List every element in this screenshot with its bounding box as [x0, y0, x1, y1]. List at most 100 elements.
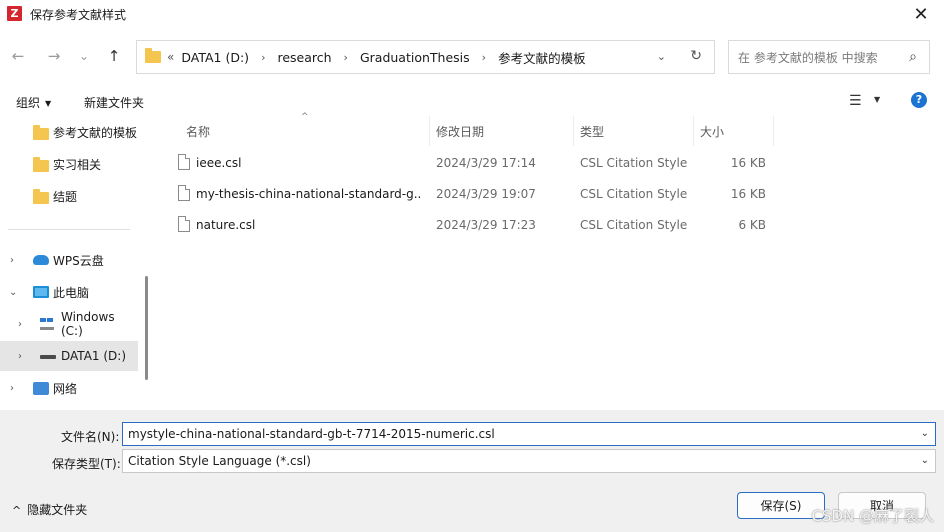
caret-down-icon: ▼: [45, 99, 52, 108]
file-size: 6 KB: [738, 218, 766, 232]
sidebar-item-data1-d[interactable]: › DATA1 (D:): [0, 341, 138, 371]
forward-button[interactable]: →: [42, 44, 66, 68]
file-type: CSL Citation Style: [580, 156, 688, 170]
column-header-name[interactable]: 名称: [178, 116, 430, 146]
help-icon[interactable]: ?: [911, 92, 927, 108]
file-row[interactable]: ieee.csl 2024/3/29 17:14 CSL Citation St…: [168, 148, 780, 178]
filename-value: mystyle-china-national-standard-gb-t-771…: [128, 427, 495, 441]
breadcrumb-item[interactable]: 参考文献的模板: [498, 48, 586, 67]
file-row[interactable]: my-thesis-china-national-standard-g... 2…: [168, 179, 780, 209]
navigation-pane: 参考文献的模板 实习相关 结题 › WPS云盘 ⌄ 此电脑 › Windows …: [0, 116, 152, 410]
drive-icon: [40, 355, 56, 359]
chevron-right-icon[interactable]: ›: [10, 383, 14, 394]
chevron-down-icon[interactable]: ⌄: [921, 455, 929, 466]
arrow-up-icon: ↑: [107, 47, 121, 65]
overflow-chevron-icon[interactable]: «: [167, 50, 174, 64]
file-size: 16 KB: [730, 187, 766, 201]
sidebar-item-label: 实习相关: [53, 157, 102, 172]
divider: [8, 229, 130, 230]
sidebar-item-label: 结题: [53, 189, 78, 204]
folder-icon: [33, 125, 49, 140]
network-icon: [33, 382, 49, 395]
breadcrumb-separator-icon[interactable]: ›: [482, 51, 486, 64]
chevron-down-icon[interactable]: ⌄: [921, 428, 929, 439]
file-modified: 2024/3/29 17:14: [436, 156, 536, 170]
file-name: nature.csl: [196, 218, 256, 232]
sidebar-item-label: DATA1 (D:): [61, 349, 127, 363]
folder-icon: [33, 189, 49, 204]
save-form: 文件名(N): mystyle-china-national-standard-…: [0, 410, 944, 532]
sidebar-item-reference-templates[interactable]: 参考文献的模板: [0, 117, 138, 147]
sidebar-item-wps-cloud[interactable]: › WPS云盘: [0, 245, 138, 275]
sidebar-scrollbar-thumb[interactable]: [145, 276, 148, 380]
hide-folders-toggle[interactable]: ^ 隐藏文件夹: [12, 501, 87, 518]
file-icon: [178, 185, 190, 201]
address-dropdown-icon[interactable]: ⌄: [657, 50, 666, 63]
command-toolbar: 组织 ▼ 新建文件夹 ☰ ▼ ?: [0, 86, 944, 116]
file-row[interactable]: nature.csl 2024/3/29 17:23 CSL Citation …: [168, 210, 780, 240]
file-modified: 2024/3/29 19:07: [436, 187, 536, 201]
view-dropdown-icon[interactable]: ▼: [874, 95, 880, 104]
zotero-app-icon: Z: [7, 6, 22, 21]
window-title: 保存参考文献样式: [30, 8, 127, 22]
chevron-down-icon[interactable]: ⌄: [9, 287, 17, 298]
sidebar-item-label: WPS云盘: [53, 253, 104, 268]
sidebar-item-this-pc[interactable]: ⌄ 此电脑: [0, 277, 138, 307]
breadcrumb-item[interactable]: DATA1 (D:): [181, 50, 249, 65]
file-name: ieee.csl: [196, 156, 242, 170]
file-icon: [178, 154, 190, 170]
breadcrumb-item[interactable]: GraduationThesis: [360, 50, 470, 65]
sidebar-item-network[interactable]: › 网络: [0, 373, 138, 403]
filename-label: 文件名(N):: [61, 430, 120, 444]
organize-menu[interactable]: 组织 ▼: [16, 94, 51, 111]
column-header-date-modified[interactable]: 修改日期: [428, 116, 574, 146]
search-input[interactable]: 在 参考文献的模板 中搜索 ⌕: [728, 40, 930, 74]
breadcrumb-separator-icon[interactable]: ›: [344, 51, 348, 64]
cloud-icon: [33, 255, 49, 265]
chevron-right-icon[interactable]: ›: [18, 351, 22, 362]
column-header-size[interactable]: 大小: [692, 116, 774, 146]
filetype-label: 保存类型(T):: [52, 457, 121, 471]
chevron-right-icon[interactable]: ›: [18, 319, 22, 330]
search-icon[interactable]: ⌕: [909, 49, 917, 65]
file-name: my-thesis-china-national-standard-g...: [196, 187, 422, 201]
navigation-bar: ← → ⌄ ↑ « DATA1 (D:) › research › Gradua…: [0, 36, 944, 76]
sidebar-item-internship[interactable]: 实习相关: [0, 149, 138, 179]
close-icon: ✕: [913, 3, 929, 25]
column-header-type[interactable]: 类型: [572, 116, 694, 146]
sidebar-item-windows-c[interactable]: › Windows (C:): [0, 309, 138, 339]
file-type: CSL Citation Style: [580, 218, 688, 232]
sidebar-item-conclusion[interactable]: 结题: [0, 181, 138, 211]
chevron-down-icon: ⌄: [78, 49, 90, 63]
sidebar-item-label: 参考文献的模板: [53, 125, 138, 140]
sidebar-item-label: 网络: [53, 381, 78, 396]
file-size: 16 KB: [730, 156, 766, 170]
file-type: CSL Citation Style: [580, 187, 688, 201]
refresh-icon[interactable]: ↻: [690, 48, 702, 64]
filetype-value: Citation Style Language (*.csl): [128, 454, 311, 468]
close-button[interactable]: ✕: [898, 0, 944, 28]
address-bar[interactable]: « DATA1 (D:) › research › GraduationThes…: [136, 40, 715, 74]
filetype-select[interactable]: Citation Style Language (*.csl) ⌄: [122, 449, 936, 473]
filename-input[interactable]: mystyle-china-national-standard-gb-t-771…: [122, 422, 936, 446]
breadcrumb-separator-icon[interactable]: ›: [261, 51, 265, 64]
folder-icon: [33, 157, 49, 172]
new-folder-button[interactable]: 新建文件夹: [84, 94, 144, 111]
computer-icon: [33, 286, 49, 298]
view-options-icon[interactable]: ☰: [849, 93, 862, 109]
file-list: ^ 名称 修改日期 类型 大小 ieee.csl 2024/3/29 17:14…: [152, 112, 944, 410]
recent-locations-button[interactable]: ⌄: [72, 44, 96, 68]
hide-folders-label: 隐藏文件夹: [27, 503, 88, 517]
watermark: CSDN @麻了裂人: [811, 507, 934, 525]
breadcrumb-item[interactable]: research: [277, 50, 331, 65]
sidebar-item-label: 此电脑: [53, 285, 90, 300]
windows-drive-icon: [40, 318, 54, 330]
folder-icon: [145, 48, 161, 63]
file-icon: [178, 216, 190, 232]
arrow-right-icon: →: [47, 47, 61, 65]
organize-label: 组织: [16, 96, 41, 110]
back-button[interactable]: ←: [6, 44, 30, 68]
up-button[interactable]: ↑: [102, 44, 126, 68]
chevron-right-icon[interactable]: ›: [10, 255, 14, 266]
arrow-left-icon: ←: [11, 47, 25, 65]
